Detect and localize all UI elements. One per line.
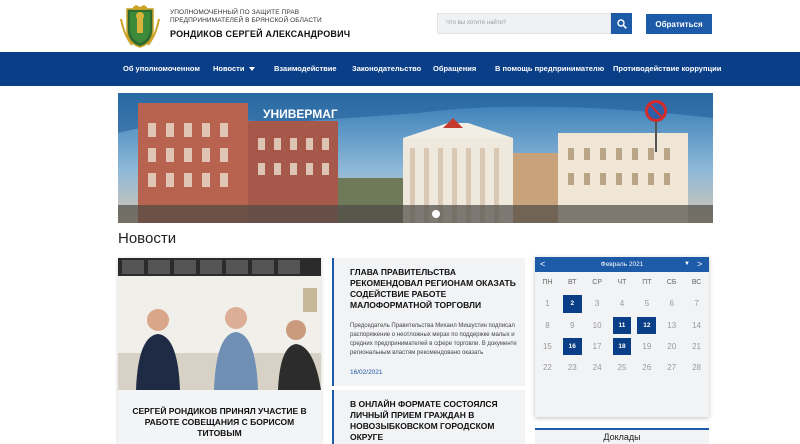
next-month-button[interactable]: >: [697, 259, 702, 269]
calendar-day: 22: [542, 363, 552, 373]
nav-item-news-label: Новости: [213, 64, 245, 73]
calendar-day-with-news[interactable]: 2: [562, 295, 582, 313]
calendar-day-with-news[interactable]: 16: [562, 337, 582, 356]
calendar-day: 23: [567, 363, 577, 373]
chevron-down-icon: [249, 67, 256, 72]
calendar-day: 19: [642, 342, 652, 352]
calendar-day-with-news[interactable]: 11: [612, 316, 632, 334]
calendar-day: 5: [644, 299, 650, 309]
news-excerpt: Председатель Правительства Михаил Мишуст…: [350, 323, 517, 356]
calendar-day: 13: [667, 320, 677, 330]
org-title-block: УПОЛНОМОЧЕННЫЙ ПО ЗАЩИТЕ ПРАВ ПРЕДПРИНИМ…: [170, 9, 370, 39]
calendar-day: 25: [617, 363, 627, 373]
nav-item-appeals[interactable]: Обращения: [433, 64, 476, 73]
search-icon: [616, 18, 627, 29]
calendar-day: 15: [542, 342, 552, 352]
news-item[interactable]: В ОНЛАЙН ФОРМАТЕ СОСТОЯЛСЯ ЛИЧНЫЙ ПРИЕМ …: [332, 390, 525, 444]
meeting-photo: [118, 258, 321, 390]
nav-item-legislation[interactable]: Законодательство: [352, 64, 421, 73]
news-calendar: < Февраль 2021 ▼ > ПН ВТ СР ЧТ ПТ СБ ВС 1 2 3 4 5 6 7…: [535, 257, 709, 417]
calendar-day: 4: [619, 299, 625, 309]
weekday-label: ПТ: [642, 279, 652, 287]
calendar-day: 10: [592, 320, 602, 330]
calendar-month-label: Февраль 2021: [600, 261, 644, 268]
search-input[interactable]: Что вы хотите найти?: [437, 13, 611, 34]
weekday-label: ВТ: [568, 279, 577, 287]
calendar-grid: ПН ВТ СР ЧТ ПТ СБ ВС 1 2 3 4 5 6 7 8 9 10 11 12 13 14 15 16 17 1…: [535, 272, 709, 378]
calendar-day: 3: [594, 299, 600, 309]
month-dropdown-icon[interactable]: ▼: [684, 261, 690, 267]
org-line-1: УПОЛНОМОЧЕННЫЙ ПО ЗАЩИТЕ ПРАВ: [170, 9, 300, 16]
nav-item-about[interactable]: Об уполномоченном: [123, 64, 200, 73]
reports-section-title: Доклады: [535, 428, 709, 444]
nav-item-news[interactable]: Новости: [213, 64, 256, 73]
featured-news-title[interactable]: СЕРГЕЙ РОНДИКОВ ПРИНЯЛ УЧАСТИЕ В РАБОТЕ …: [128, 406, 311, 439]
main-nav: Об уполномоченном Новости Взаимодействие…: [0, 52, 800, 86]
calendar-day: 9: [570, 320, 575, 330]
calendar-day: 21: [692, 342, 702, 352]
news-title[interactable]: ГЛАВА ПРАВИТЕЛЬСТВА РЕКОМЕНДОВАЛ РЕГИОНА…: [350, 267, 520, 311]
hero-slider[interactable]: УНИВЕРМАГ: [118, 93, 713, 223]
weekday-label: ЧТ: [617, 279, 627, 287]
nav-item-help[interactable]: В помощь предпринимателю: [495, 64, 604, 73]
calendar-day: 14: [692, 320, 702, 330]
org-line-2: ПРЕДПРИНИМАТЕЛЕЙ В БРЯНСКОЙ ОБЛАСТИ: [170, 17, 322, 24]
slider-dot-active[interactable]: [432, 210, 440, 218]
calendar-day-with-news[interactable]: 18: [612, 337, 632, 356]
news-date: 16/02/2021: [350, 369, 383, 376]
coat-of-arms-logo[interactable]: [118, 5, 162, 49]
weekday-label: СР: [592, 279, 602, 287]
store-sign: УНИВЕРМАГ: [263, 107, 338, 121]
calendar-day: 27: [667, 363, 677, 373]
city-panorama-image: УНИВЕРМАГ: [118, 93, 713, 223]
featured-news-card[interactable]: СЕРГЕЙ РОНДИКОВ ПРИНЯЛ УЧАСТИЕ В РАБОТЕ …: [118, 258, 321, 444]
calendar-day-with-news[interactable]: 12: [637, 316, 657, 334]
nav-item-anticorruption[interactable]: Противодействие коррупции: [613, 64, 721, 73]
calendar-day: 28: [692, 363, 702, 373]
ombudsman-name: РОНДИКОВ СЕРГЕЙ АЛЕКСАНДРОВИЧ: [170, 29, 351, 39]
calendar-day: 7: [694, 299, 699, 309]
nav-item-interaction[interactable]: Взаимодействие: [274, 64, 337, 73]
news-item[interactable]: ГЛАВА ПРАВИТЕЛЬСТВА РЕКОМЕНДОВАЛ РЕГИОНА…: [332, 258, 525, 386]
calendar-day: 17: [592, 342, 602, 352]
calendar-day: 8: [545, 320, 550, 330]
site-header: УПОЛНОМОЧЕННЫЙ ПО ЗАЩИТЕ ПРАВ ПРЕДПРИНИМ…: [0, 0, 800, 52]
calendar-day: 6: [669, 299, 674, 309]
contact-button[interactable]: Обратиться: [646, 14, 712, 34]
news-section-title: Новости: [118, 230, 177, 247]
calendar-day: 26: [642, 363, 652, 373]
calendar-day: 24: [592, 363, 602, 373]
calendar-header: < Февраль 2021 ▼ >: [535, 257, 709, 272]
weekday-label: ПН: [542, 279, 553, 287]
search-button[interactable]: [611, 13, 632, 34]
news-title[interactable]: В ОНЛАЙН ФОРМАТЕ СОСТОЯЛСЯ ЛИЧНЫЙ ПРИЕМ …: [350, 399, 520, 443]
weekday-label: СБ: [666, 279, 677, 287]
calendar-day: 20: [667, 342, 677, 352]
weekday-label: ВС: [691, 279, 702, 287]
calendar-day: 1: [545, 299, 550, 309]
